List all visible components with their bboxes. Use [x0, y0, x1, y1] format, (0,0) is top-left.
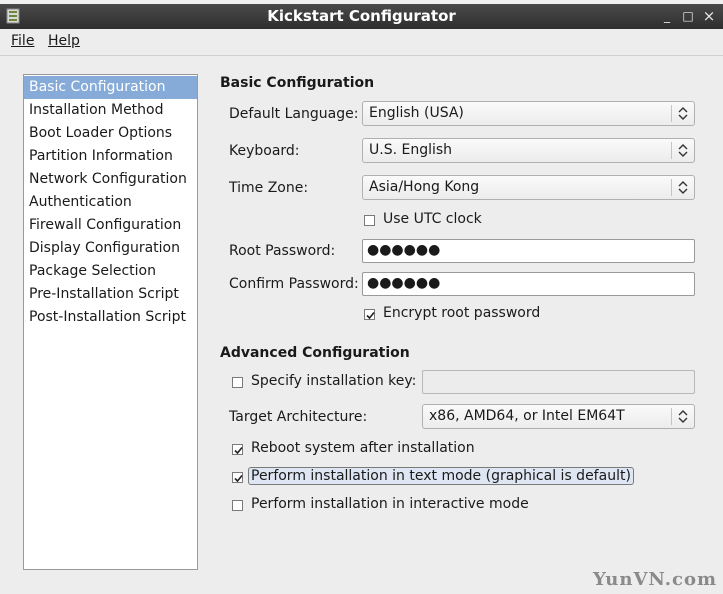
text-mode-label: Perform installation in text mode (graph…	[248, 467, 634, 485]
menu-help-label: Help	[48, 33, 80, 49]
installation-key-checkbox[interactable]	[232, 377, 243, 388]
default-language-value: English (USA)	[369, 105, 464, 121]
sidebar-item-boot-loader-options[interactable]: Boot Loader Options	[24, 122, 197, 145]
confirm-password-label: Confirm Password:	[229, 276, 359, 292]
advanced-configuration-heading: Advanced Configuration	[220, 345, 410, 361]
maximize-button[interactable]: □	[680, 8, 696, 24]
sidebar-item-package-selection[interactable]: Package Selection	[24, 260, 197, 283]
interactive-mode-label: Perform installation in interactive mode	[251, 496, 529, 512]
sidebar-item-installation-method[interactable]: Installation Method	[24, 99, 197, 122]
sidebar-item-basic-configuration[interactable]: Basic Configuration	[24, 76, 197, 99]
target-architecture-label: Target Architecture:	[229, 409, 368, 425]
minimize-button[interactable]: _	[659, 8, 675, 24]
checkmark-icon	[234, 474, 243, 483]
combo-separator	[671, 179, 672, 196]
text-mode-checkbox[interactable]	[232, 472, 243, 483]
menu-file[interactable]: File	[11, 33, 34, 49]
main-content: Basic Configuration Installation Method …	[0, 56, 723, 594]
encrypt-root-password-checkbox[interactable]	[364, 309, 375, 320]
keyboard-value: U.S. English	[369, 142, 453, 158]
target-architecture-value: x86, AMD64, or Intel EM64T	[429, 408, 625, 424]
root-password-input[interactable]: ●●●●●●	[362, 239, 695, 263]
combo-arrows-icon	[678, 107, 688, 120]
utc-clock-label: Use UTC clock	[383, 211, 482, 227]
encrypt-root-password-label: Encrypt root password	[383, 305, 541, 321]
title-bar[interactable]: Kickstart Configurator _ □ ×	[0, 4, 723, 29]
menu-bar: File Help	[0, 29, 723, 56]
root-password-label: Root Password:	[229, 243, 336, 259]
installation-key-input[interactable]	[422, 370, 695, 394]
combo-arrows-icon	[678, 144, 688, 157]
combo-separator	[671, 142, 672, 159]
checkmark-icon	[366, 311, 375, 320]
menu-help[interactable]: Help	[48, 33, 80, 49]
confirm-password-value: ●●●●●●	[367, 275, 441, 291]
utc-clock-checkbox[interactable]	[364, 215, 375, 226]
confirm-password-input[interactable]: ●●●●●●	[362, 272, 695, 296]
default-language-label: Default Language:	[229, 106, 359, 122]
sidebar-item-authentication[interactable]: Authentication	[24, 191, 197, 214]
window-title: Kickstart Configurator	[267, 7, 456, 25]
reboot-label: Reboot system after installation	[251, 440, 475, 456]
sidebar-item-partition-information[interactable]: Partition Information	[24, 145, 197, 168]
time-zone-combo[interactable]: Asia/Hong Kong	[362, 175, 695, 200]
target-architecture-combo[interactable]: x86, AMD64, or Intel EM64T	[422, 404, 695, 429]
menu-file-label: File	[11, 33, 35, 49]
default-language-combo[interactable]: English (USA)	[362, 101, 695, 126]
combo-arrows-icon	[678, 181, 688, 194]
combo-arrows-icon	[678, 410, 688, 423]
sidebar-item-post-installation-script[interactable]: Post-Installation Script	[24, 306, 197, 329]
interactive-mode-checkbox[interactable]	[232, 500, 243, 511]
sidebar-item-pre-installation-script[interactable]: Pre-Installation Script	[24, 283, 197, 306]
time-zone-label: Time Zone:	[229, 180, 309, 196]
basic-configuration-heading: Basic Configuration	[220, 75, 375, 91]
keyboard-label: Keyboard:	[229, 143, 300, 159]
installation-key-label: Specify installation key:	[251, 373, 417, 389]
combo-separator	[671, 105, 672, 122]
sidebar-item-display-configuration[interactable]: Display Configuration	[24, 237, 197, 260]
reboot-checkbox[interactable]	[232, 444, 243, 455]
watermark-text: YunVN.com	[592, 569, 717, 590]
root-password-value: ●●●●●●	[367, 242, 441, 258]
sidebar-item-network-configuration[interactable]: Network Configuration	[24, 168, 197, 191]
time-zone-value: Asia/Hong Kong	[369, 179, 480, 195]
close-button[interactable]: ×	[701, 8, 717, 24]
category-list: Basic Configuration Installation Method …	[23, 74, 198, 570]
sidebar-item-firewall-configuration[interactable]: Firewall Configuration	[24, 214, 197, 237]
combo-separator	[671, 408, 672, 425]
checkmark-icon	[234, 446, 243, 455]
keyboard-combo[interactable]: U.S. English	[362, 138, 695, 163]
